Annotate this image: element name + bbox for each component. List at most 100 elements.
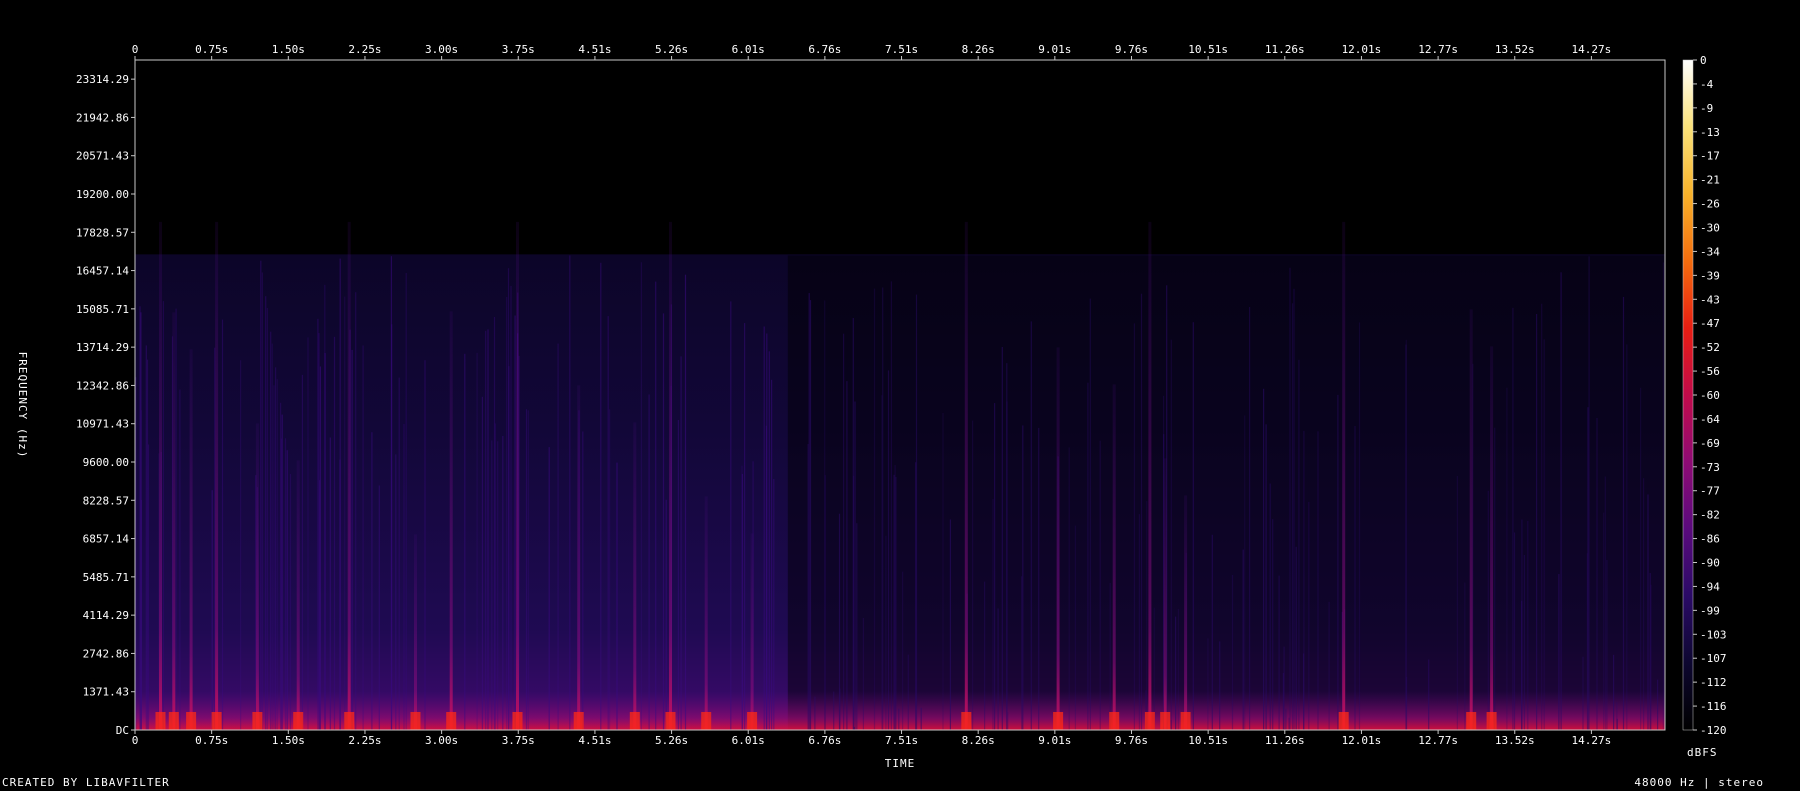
texture-line: [1328, 601, 1330, 730]
x-tick-label-bottom: 0: [132, 734, 139, 747]
x-tick-label-top: 8.26s: [962, 43, 995, 56]
transient-streak: [704, 496, 708, 730]
quiet-region: [787, 255, 1665, 730]
colorbar-tick-label: -120: [1700, 724, 1727, 737]
x-tick-label-top: 2.25s: [348, 43, 381, 56]
texture-line: [655, 281, 657, 730]
texture-line: [351, 349, 353, 730]
x-tick-label-bottom: 10.51s: [1188, 734, 1228, 747]
texture-line: [403, 423, 405, 730]
texture-line: [344, 296, 346, 730]
texture-line: [179, 389, 181, 730]
colorbar-tick-label: -26: [1700, 198, 1720, 211]
texture-line: [378, 485, 380, 730]
colorbar-tick-label: -60: [1700, 389, 1720, 402]
texture-line: [768, 351, 770, 730]
texture-line: [814, 696, 816, 730]
texture-line: [1263, 388, 1265, 730]
texture-line: [1587, 407, 1589, 730]
texture-line: [1650, 584, 1652, 730]
transient-streak: [296, 460, 300, 730]
texture-line: [1282, 673, 1284, 730]
texture-line: [240, 360, 242, 730]
x-tick-label-bottom: 9.76s: [1115, 734, 1148, 747]
x-tick-label-bottom: 4.51s: [578, 734, 611, 747]
texture-line: [355, 292, 357, 730]
texture-line: [1558, 574, 1560, 730]
texture-line: [307, 337, 309, 730]
x-tick-label-top: 9.76s: [1115, 43, 1148, 56]
x-tick-label-top: 5.26s: [655, 43, 688, 56]
transient-hotspot: [1466, 712, 1477, 730]
texture-line: [391, 324, 393, 730]
texture-line: [1170, 339, 1172, 730]
texture-line: [1604, 476, 1606, 730]
texture-line: [992, 499, 994, 730]
texture-line: [276, 379, 278, 730]
x-tick-label-bottom: 3.00s: [425, 734, 458, 747]
texture-line: [763, 326, 765, 730]
texture-line: [548, 447, 550, 730]
texture-line: [1603, 512, 1605, 730]
x-tick-label-top: 7.51s: [885, 43, 918, 56]
texture-line: [1022, 425, 1024, 730]
transient-streak: [347, 221, 351, 730]
colorbar-tick-label: -56: [1700, 365, 1720, 378]
texture-line: [502, 436, 504, 730]
texture-line: [1133, 323, 1135, 730]
x-tick-label-top: 10.51s: [1188, 43, 1228, 56]
x-tick-label-top: 11.26s: [1265, 43, 1305, 56]
transient-streak: [633, 422, 637, 730]
texture-line: [984, 581, 986, 730]
y-tick-label: DC: [116, 724, 129, 737]
x-tick-label-bottom: 6.01s: [732, 734, 765, 747]
y-tick-label: 13714.29: [76, 341, 129, 354]
texture-line: [920, 707, 922, 730]
texture-line: [1138, 514, 1140, 730]
transient-hotspot: [293, 712, 304, 730]
texture-line: [485, 330, 487, 730]
texture-line: [809, 300, 812, 730]
colorbar-tick-label: -64: [1700, 413, 1720, 426]
texture-line: [1170, 720, 1172, 730]
transient-streak: [577, 385, 581, 730]
texture-line: [506, 297, 508, 730]
texture-line: [424, 360, 426, 730]
texture-line: [273, 385, 275, 730]
texture-line: [140, 312, 142, 730]
texture-line: [1494, 427, 1496, 730]
texture-line: [221, 319, 224, 730]
texture-line: [839, 688, 841, 730]
texture-line: [1523, 555, 1525, 730]
texture-line: [405, 273, 407, 730]
y-tick-label: 9600.00: [83, 456, 129, 469]
x-tick-label-top: 4.51s: [578, 43, 611, 56]
texture-line: [1269, 483, 1271, 730]
texture-line: [476, 352, 478, 730]
texture-line: [582, 431, 584, 730]
texture-line: [600, 262, 602, 730]
texture-line: [862, 618, 864, 730]
x-tick-label-top: 0: [132, 43, 139, 56]
y-tick-label: 20571.43: [76, 150, 129, 163]
texture-line: [1606, 560, 1608, 730]
colorbar-tick-label: -77: [1700, 485, 1720, 498]
y-tick-label: 17828.57: [76, 226, 129, 239]
texture-line: [1527, 521, 1529, 730]
texture-line: [994, 403, 996, 730]
texture-line: [1588, 256, 1590, 730]
x-tick-label-bottom: 8.26s: [962, 734, 995, 747]
texture-line: [1643, 478, 1645, 730]
texture-line: [211, 490, 213, 730]
texture-line: [1513, 532, 1516, 730]
texture-line: [362, 345, 364, 730]
texture-line: [766, 333, 768, 730]
texture-line: [640, 262, 642, 730]
transient-streak: [172, 312, 176, 730]
texture-line: [260, 260, 262, 730]
texture-line: [557, 343, 559, 730]
texture-line: [1626, 344, 1628, 730]
texture-line: [286, 450, 288, 730]
colorbar-tick-label: -99: [1700, 604, 1720, 617]
texture-line: [1089, 298, 1091, 730]
